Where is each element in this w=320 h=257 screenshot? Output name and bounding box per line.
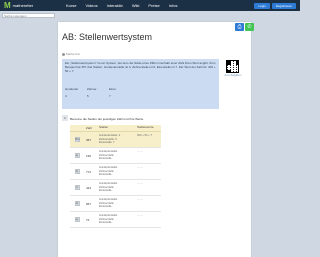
main-nav: Kurse Videos Interaktiv Wiki Preise Info… xyxy=(66,3,186,8)
account-buttons: Login Registrieren xyxy=(254,3,296,9)
table-row: b) 772 Hunderterstelle Zehnerstelle Eine… xyxy=(70,164,161,180)
task-number: 1 xyxy=(62,115,68,121)
qr-code-icon[interactable] xyxy=(226,60,239,73)
places-cell: Hunderterstelle Zehnerstelle Einerstelle xyxy=(97,148,135,163)
user-icon xyxy=(62,52,65,56)
logo-mark-icon: M xyxy=(4,0,11,10)
row-button-cell: b) xyxy=(70,164,84,179)
values-cell[interactable]: ........ xyxy=(135,196,161,211)
register-button[interactable]: Registrieren xyxy=(271,3,296,9)
place-value-table: Hunderter 4 Zehner 5 Einer 7 xyxy=(65,87,125,98)
row-button[interactable]: d) xyxy=(74,201,80,206)
number-cell: 444 xyxy=(86,185,92,190)
nav-item-videos[interactable]: Videos xyxy=(85,3,97,8)
place-value-header: Zehner xyxy=(87,87,97,91)
site-logo[interactable]: M matheretter xyxy=(4,0,66,10)
place-value-column: Hunderter 4 xyxy=(65,87,81,98)
place-value-header: Hunderter xyxy=(65,87,79,91)
row-button[interactable]: b) xyxy=(74,169,80,174)
values-cell[interactable]: ........ xyxy=(135,180,161,195)
places-cell: Hunderterstelle Zehnerstelle Einerstelle xyxy=(97,212,135,227)
place-label: Einerstelle xyxy=(99,157,112,161)
places-cell: Hunderterstelle Zehnerstelle Einerstelle xyxy=(97,180,135,195)
row-button-cell: d) xyxy=(70,196,84,211)
number-cell: 967 xyxy=(86,201,92,206)
row-button[interactable]: Bsp xyxy=(74,137,80,142)
row-button-cell: a) xyxy=(70,148,84,163)
number-cell: 772 xyxy=(86,169,92,174)
row-button[interactable]: e) xyxy=(74,217,80,222)
header-stellenwerte: Stellenwerte xyxy=(137,125,154,130)
place-value-column: Zehner 5 xyxy=(87,87,103,98)
row-button[interactable]: a) xyxy=(74,153,80,158)
exercise-table: Zahl Stellen Stellenwerte Bsp 357 Hunder… xyxy=(70,125,161,228)
number-cell: 357 xyxy=(86,137,92,142)
places-cell: Hunderterstelle: 3 Zehnerstelle: 5 Einer… xyxy=(97,132,135,147)
values-cell: 300 + 50 + 7 xyxy=(137,134,153,137)
row-button-cell: c) xyxy=(70,180,84,195)
table-row: e) 72 Hunderterstelle Zehnerstelle Einer… xyxy=(70,212,161,228)
values-cell[interactable]: ........ xyxy=(135,212,161,227)
search-input[interactable]: Suche Lösungen xyxy=(2,13,55,18)
places-cell: Hunderterstelle Zehnerstelle Einerstelle xyxy=(97,164,135,179)
table-row: d) 967 Hunderterstelle Zehnerstelle Eine… xyxy=(70,196,161,212)
place-label: Einerstelle xyxy=(99,221,112,225)
nav-item-interaktiv[interactable]: Interaktiv xyxy=(107,3,123,8)
table-row: c) 444 Hunderterstelle Zehnerstelle Eine… xyxy=(70,180,161,196)
place-label: Einerstelle xyxy=(99,189,112,193)
nav-item-wiki[interactable]: Wiki xyxy=(132,3,140,8)
place-value-digit: 5 xyxy=(87,94,89,98)
table-row: a) 196 Hunderterstelle Zehnerstelle Eine… xyxy=(70,148,161,164)
place-value-header: Einer xyxy=(109,87,117,91)
header-empty xyxy=(70,125,84,131)
number-cell: 72 xyxy=(86,217,90,222)
qr-caption[interactable]: Kurz-Aufgaben xyxy=(224,74,242,77)
worksheet-card: ⎙ ✆ AB: Stellenwertsystem Mathe-Kai Ein … xyxy=(58,22,254,257)
login-button[interactable]: Login xyxy=(254,3,270,9)
whatsapp-icon[interactable]: ✆ xyxy=(245,23,254,31)
table-row: Bsp 357 Hunderterstelle: 3 Zehnerstelle:… xyxy=(70,132,161,148)
values-cell[interactable]: ........ xyxy=(135,164,161,179)
author-name: Mathe-Kai xyxy=(66,52,80,56)
nav-item-preise[interactable]: Preise xyxy=(148,3,159,8)
row-button[interactable]: c) xyxy=(74,185,80,190)
places-cell: Hunderterstelle Zehnerstelle Einerstelle xyxy=(97,196,135,211)
place-value-digit: 7 xyxy=(109,94,111,98)
intro-text: Ein „Stellenwertsystem" ist ein System, … xyxy=(65,61,216,73)
number-cell: 196 xyxy=(86,153,92,158)
nav-item-kurse[interactable]: Kurse xyxy=(66,3,76,8)
place-value-digit: 4 xyxy=(65,94,67,98)
logo-text: matheretter xyxy=(12,3,34,8)
author-line[interactable]: Mathe-Kai xyxy=(62,52,80,56)
printer-icon[interactable]: ⎙ xyxy=(235,23,244,31)
values-cell[interactable]: ........ xyxy=(135,148,161,163)
place-value-column: Einer 7 xyxy=(109,87,125,98)
place-label: Einerstelle: 7 xyxy=(99,141,115,145)
header-stellen: Stellen xyxy=(99,125,109,130)
top-navigation-bar: M matheretter Kurse Videos Interaktiv Wi… xyxy=(0,0,300,11)
nav-item-infos[interactable]: Infos xyxy=(169,3,178,8)
intro-box: Ein „Stellenwertsystem" ist ein System, … xyxy=(62,59,219,109)
task-instruction: Benenne die Stellen der jeweiligen Zahl … xyxy=(70,117,144,121)
row-button-cell: e) xyxy=(70,212,84,227)
table-header-row: Zahl Stellen Stellenwerte xyxy=(70,125,161,132)
place-label: Einerstelle xyxy=(99,173,112,177)
place-label: Einerstelle xyxy=(99,205,112,209)
row-button-cell: Bsp xyxy=(70,132,84,147)
page-title: AB: Stellenwertsystem xyxy=(62,32,153,42)
header-zahl: Zahl xyxy=(86,126,92,130)
